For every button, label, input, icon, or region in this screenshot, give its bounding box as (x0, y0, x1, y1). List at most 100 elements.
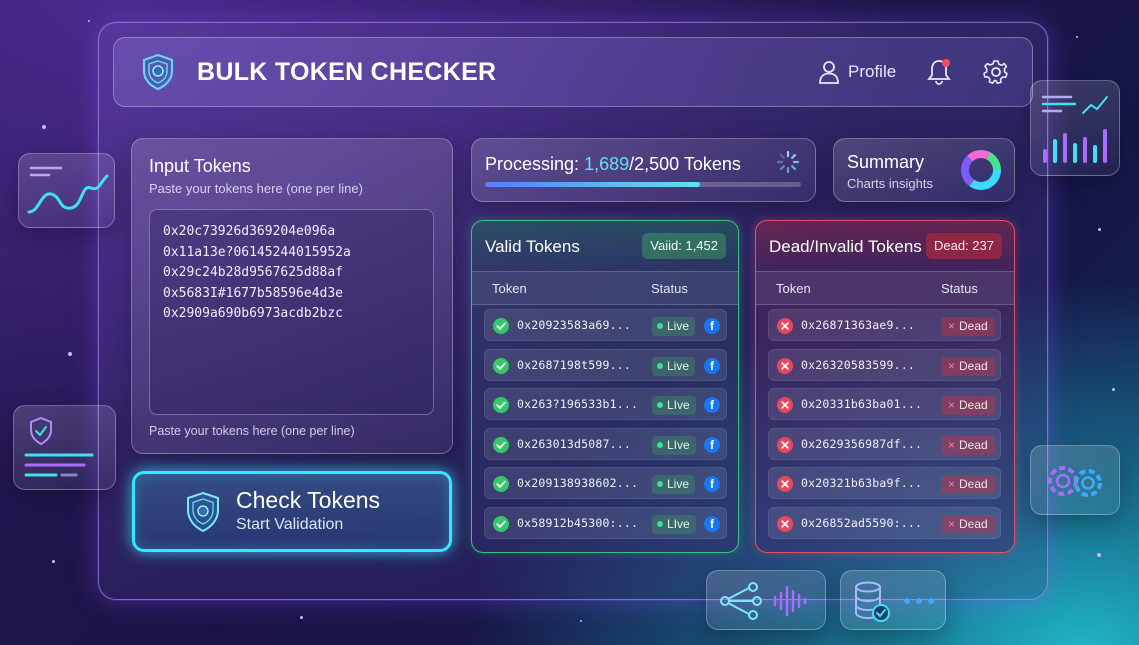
settings-widget (1030, 445, 1120, 515)
check-tokens-sublabel: Start Validation (236, 516, 344, 533)
facebook-icon[interactable]: f (704, 515, 720, 532)
processing-status: Processing: 1,689/2,500 Tokens (485, 154, 741, 175)
table-row[interactable]: 0x2629356987df... × Dead (768, 427, 1001, 460)
column-token: Token (776, 281, 811, 296)
table-row[interactable]: 0x2687198t599... Live f (484, 348, 727, 381)
token-line: 0x29c24b28d9567625d88af (163, 265, 344, 281)
table-row[interactable]: 0x26852ad5590:... × Dead (768, 506, 1001, 539)
x-icon: × (948, 477, 956, 491)
bell-icon[interactable] (926, 58, 952, 86)
status-badge: × Dead (941, 435, 995, 455)
table-row[interactable]: 0x20923583a69... Live f (484, 309, 727, 341)
facebook-icon[interactable]: f (704, 357, 720, 374)
x-circle-icon (777, 515, 793, 532)
check-circle-icon (493, 515, 509, 532)
profile-link[interactable]: Profile (818, 60, 896, 84)
valid-rows: 0x20923583a69... Live f 0x2687198t599... Liv… (484, 309, 727, 546)
x-circle-icon (777, 476, 793, 492)
network-widget (706, 570, 826, 630)
table-row[interactable]: 0x58912b45300:... LIve f (484, 506, 727, 539)
status-badge: × Dead (941, 514, 995, 534)
table-row[interactable]: 0x26871363ae9... × Dead (768, 309, 1001, 341)
status-badge: × Dead (941, 356, 995, 376)
token-value: 0x263?196533b1... (517, 397, 639, 411)
token-value: 0x20331b63ba01... (801, 397, 923, 411)
token-value: 0x263013d5087... (517, 436, 631, 451)
status-badge: Live (652, 317, 696, 336)
check-circle-icon (493, 397, 509, 413)
gear-icon[interactable] (983, 59, 1009, 85)
status-dot (657, 441, 663, 448)
token-value: 0x26320583599... (801, 357, 915, 372)
token-input-textarea[interactable]: 0x20c73926d369204e096a 0x11a13e?06145244… (149, 209, 434, 415)
shield-icon (142, 53, 174, 91)
profile-label: Profile (848, 62, 897, 81)
x-icon: × (948, 437, 956, 452)
database-widget (840, 570, 946, 630)
donut-chart-icon (961, 150, 1001, 190)
database-check-icon (855, 581, 934, 622)
column-status: Status (651, 281, 688, 296)
status-label: Dead (959, 319, 988, 333)
facebook-icon[interactable]: f (704, 318, 720, 334)
table-row[interactable]: 0x263?196533b1... LIve f (484, 388, 727, 420)
status-label: Dead (959, 437, 988, 452)
dead-rows: 0x26871363ae9... × Dead 0x26320583599... × De… (768, 309, 1001, 546)
x-circle-icon (777, 436, 793, 453)
table-row[interactable]: 0x209138938602... Live f (484, 467, 727, 499)
table-row[interactable]: 0x26320583599... × Dead (768, 348, 1001, 381)
status-label: Dead (959, 477, 988, 491)
summary-subtitle: Charts insights (847, 176, 933, 191)
shield-check-icon (24, 416, 94, 477)
token-value: 0x2629356987df... (801, 436, 923, 451)
status-dot (657, 520, 663, 527)
facebook-icon[interactable]: f (704, 436, 720, 453)
status-badge: × Dead (941, 475, 995, 494)
check-circle-icon (493, 476, 509, 492)
facebook-icon[interactable]: f (704, 397, 720, 413)
check-tokens-label: Check Tokens (236, 487, 381, 513)
status-badge: LIve (652, 396, 696, 415)
line-chart-widget (18, 153, 115, 228)
column-status: Status (941, 281, 978, 296)
processing-done-count: 1,689 (584, 154, 630, 174)
token-line: 0x11a13e?06145244015952a (163, 244, 351, 260)
line-chart-icon (27, 166, 109, 214)
summary-title: Summary (847, 152, 925, 172)
status-label: Dead (959, 358, 988, 373)
processing-prefix: Processing: (485, 154, 580, 174)
x-icon: × (948, 516, 956, 531)
table-row[interactable]: 0x20321b63ba9f... × Dead (768, 467, 1001, 499)
check-circle-icon (493, 436, 509, 453)
status-badge: LIve (652, 435, 696, 455)
status-label: Live (667, 477, 690, 491)
status-label: Dead (959, 398, 988, 412)
spinner-icon (776, 150, 800, 174)
status-label: LIve (667, 437, 690, 452)
processing-total: /2,500 Tokens (629, 154, 741, 174)
token-value: 0x20923583a69... (517, 318, 631, 332)
input-hint: Paste your tokens here (one per line) (149, 424, 355, 438)
progress-fill (485, 182, 700, 187)
gears-icon (1048, 466, 1102, 497)
security-widget (13, 405, 116, 490)
dead-tokens-title: Dead/Invalid Tokens (769, 237, 922, 256)
token-value: 0x26852ad5590:... (801, 515, 923, 530)
more-dots-icon (904, 598, 934, 604)
status-label: Live (667, 358, 690, 373)
column-token: Token (492, 281, 527, 296)
table-row[interactable]: 0x20331b63ba01... × Dead (768, 388, 1001, 420)
input-title: Input Tokens (149, 156, 251, 176)
token-line: 0x2909a690b6973acdb2bzc (163, 306, 344, 322)
table-row[interactable]: 0x263013d5087... LIve f (484, 427, 727, 460)
status-label: Live (667, 319, 690, 333)
network-icon (720, 582, 807, 620)
progress-bar (485, 182, 801, 187)
facebook-icon[interactable]: f (704, 476, 720, 492)
user-icon (819, 61, 839, 84)
status-dot (657, 362, 663, 369)
status-dot (657, 402, 663, 408)
x-icon: × (948, 319, 956, 333)
status-label: LIve (667, 516, 690, 531)
dead-count-badge: Dead: 237 (926, 233, 1002, 259)
